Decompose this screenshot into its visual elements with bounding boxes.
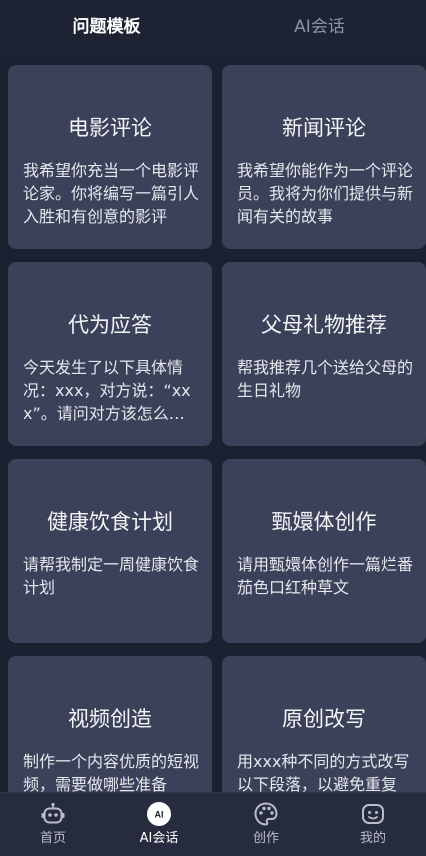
template-card-parent-gift[interactable]: 父母礼物推荐 帮我推荐几个送给父母的生日礼物: [222, 262, 426, 446]
card-title: 代为应答: [68, 313, 152, 337]
tab-question-templates[interactable]: 问题模板: [0, 14, 213, 40]
nav-label-home: 首页: [39, 831, 66, 846]
card-description: 请帮我制定一周健康饮食计划: [23, 555, 200, 597]
card-title: 甄嬛体创作: [271, 510, 377, 534]
nav-create[interactable]: 创作: [213, 793, 319, 856]
card-title: 视频创造: [68, 707, 152, 731]
card-description: 请用甄嬛体创作一篇烂番茄色口红种草文: [237, 555, 414, 597]
card-title: 原创改写: [282, 707, 366, 731]
card-description: 制作一个内容优质的短视频，需要做哪些准备: [23, 752, 200, 792]
top-tab-bar: 问题模板 AI会话: [0, 0, 426, 56]
bottom-nav-bar: 首页 AI AI会话 创作 我的: [0, 792, 426, 856]
template-card-reply-for-me[interactable]: 代为应答 今天发生了以下具体情况：xxx，对方说：“xxx”。请问对方该怎么回答: [8, 262, 212, 446]
template-grid: 电影评论 我希望你充当一个电影评论家。你将编写一篇引人入胜和有创意的影评 新闻评…: [0, 56, 426, 792]
card-description: 帮我推荐几个送给父母的生日礼物: [237, 358, 414, 400]
card-description: 今天发生了以下具体情况：xxx，对方说：“xxx”。请问对方该怎么回答: [23, 358, 191, 423]
nav-ai-chat[interactable]: AI AI会话: [106, 793, 212, 856]
palette-icon: [254, 802, 278, 826]
ai-chat-icon: AI: [147, 802, 171, 826]
template-card-original-rewrite[interactable]: 原创改写 用xxx种不同的方式改写以下段落，以避免重复: [222, 656, 426, 792]
template-card-zhenhuan-style[interactable]: 甄嬛体创作 请用甄嬛体创作一篇烂番茄色口红种草文: [222, 459, 426, 643]
card-title: 新闻评论: [282, 116, 366, 140]
profile-icon: [362, 804, 384, 824]
nav-label-ai-chat: AI会话: [139, 831, 179, 846]
template-card-healthy-diet[interactable]: 健康饮食计划 请帮我制定一周健康饮食计划: [8, 459, 212, 643]
card-description: 我希望你能作为一个评论员。我将为你们提供与新闻有关的故事: [237, 161, 414, 226]
nav-profile[interactable]: 我的: [320, 793, 426, 856]
nav-label-profile: 我的: [359, 831, 386, 846]
template-card-video-creation[interactable]: 视频创造 制作一个内容优质的短视频，需要做哪些准备: [8, 656, 212, 792]
robot-icon: [41, 802, 65, 824]
card-title: 电影评论: [68, 116, 152, 140]
template-card-news-review[interactable]: 新闻评论 我希望你能作为一个评论员。我将为你们提供与新闻有关的故事: [222, 65, 426, 249]
nav-label-create: 创作: [252, 831, 279, 846]
tab-ai-chat[interactable]: AI会话: [213, 14, 426, 40]
card-description: 用xxx种不同的方式改写以下段落，以避免重复: [237, 752, 410, 792]
ai-chat-icon-text: AI: [155, 810, 164, 820]
card-title: 健康饮食计划: [47, 510, 173, 534]
nav-home[interactable]: 首页: [0, 793, 106, 856]
template-card-movie-review[interactable]: 电影评论 我希望你充当一个电影评论家。你将编写一篇引人入胜和有创意的影评: [8, 65, 212, 249]
card-title: 父母礼物推荐: [261, 313, 387, 337]
card-description: 我希望你充当一个电影评论家。你将编写一篇引人入胜和有创意的影评: [23, 161, 200, 226]
